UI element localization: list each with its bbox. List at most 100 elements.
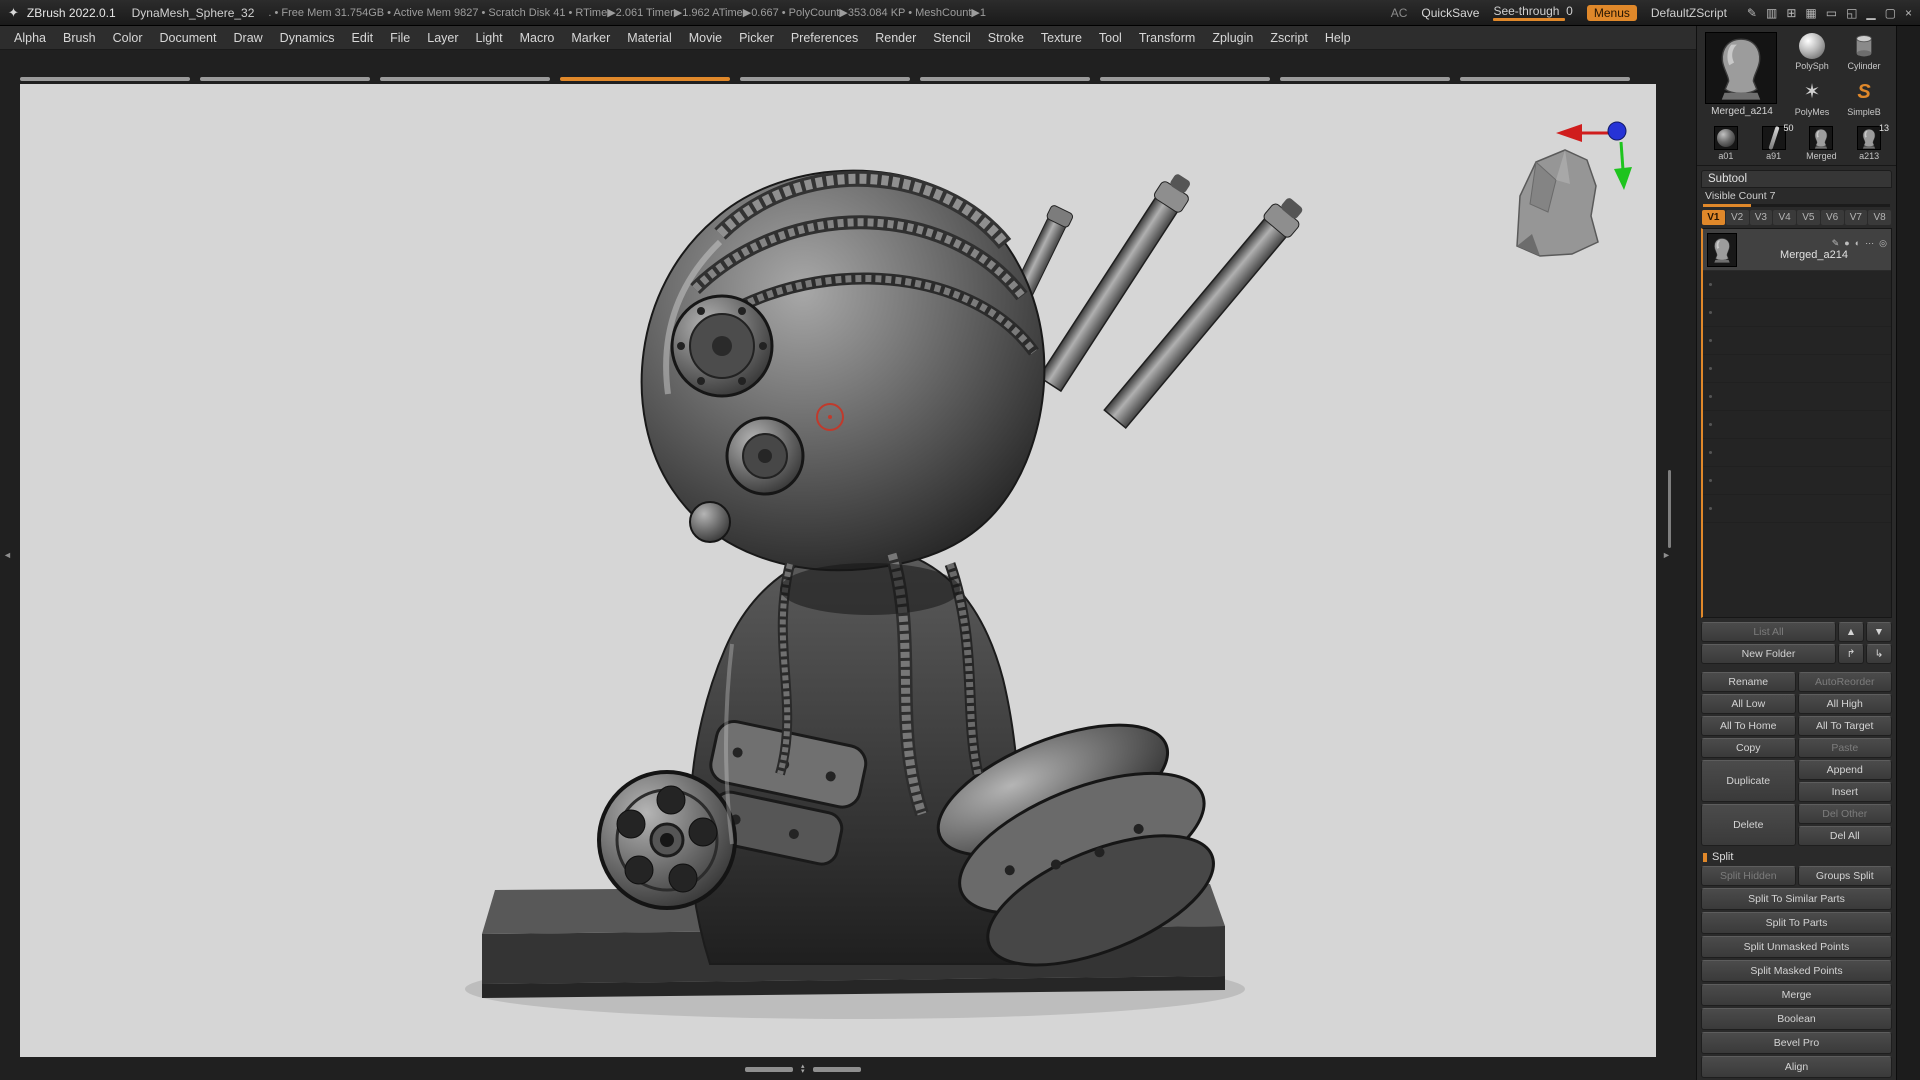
tab-v4[interactable]: V4 bbox=[1773, 210, 1796, 225]
duplicate-button[interactable]: Duplicate bbox=[1701, 760, 1796, 802]
quicksave-button[interactable]: QuickSave bbox=[1421, 6, 1479, 20]
tool-thumb-a01[interactable]: a01 bbox=[1705, 126, 1747, 161]
camera-head-thumbnail[interactable] bbox=[1516, 149, 1599, 257]
menu-help[interactable]: Help bbox=[1325, 31, 1351, 45]
menu-picker[interactable]: Picker bbox=[739, 31, 774, 45]
tray-divider-handle[interactable] bbox=[920, 77, 1090, 81]
menu-stroke[interactable]: Stroke bbox=[988, 31, 1024, 45]
subtool-more-icon[interactable]: ⋯ bbox=[1865, 238, 1874, 249]
tab-v3[interactable]: V3 bbox=[1749, 210, 1773, 225]
restore-button[interactable]: ▢ bbox=[1885, 6, 1896, 20]
stylus-icon[interactable]: ✎ bbox=[1747, 6, 1757, 20]
menus-toggle-button[interactable]: Menus bbox=[1586, 4, 1637, 21]
menu-layer[interactable]: Layer bbox=[427, 31, 458, 45]
tab-v2[interactable]: V2 bbox=[1725, 210, 1749, 225]
subtool-eye-icon[interactable]: ◎ bbox=[1879, 238, 1887, 249]
screen-icon[interactable]: ▭ bbox=[1826, 6, 1837, 20]
split-masked-points-button[interactable]: Split Masked Points bbox=[1701, 960, 1892, 982]
merge-button[interactable]: Merge bbox=[1701, 984, 1892, 1006]
minimize-button[interactable]: ▁ bbox=[1866, 6, 1875, 20]
tool-thumb-a91[interactable]: 50 a91 bbox=[1753, 123, 1795, 161]
menu-stencil[interactable]: Stencil bbox=[933, 31, 971, 45]
menu-zscript[interactable]: Zscript bbox=[1270, 31, 1308, 45]
autoreorder-button[interactable]: AutoReorder bbox=[1797, 672, 1892, 692]
subtool-move-down-button[interactable]: ▼ bbox=[1866, 622, 1892, 642]
grid-icon[interactable]: ▦ bbox=[1805, 6, 1816, 20]
del-all-button[interactable]: Del All bbox=[1797, 826, 1892, 846]
menu-file[interactable]: File bbox=[390, 31, 410, 45]
new-folder-button[interactable]: New Folder bbox=[1701, 644, 1836, 664]
visible-count-track[interactable] bbox=[1703, 204, 1890, 207]
all-to-home-button[interactable]: All To Home bbox=[1701, 716, 1796, 736]
split-hidden-button[interactable]: Split Hidden bbox=[1701, 866, 1796, 886]
split-unmasked-points-button[interactable]: Split Unmasked Points bbox=[1701, 936, 1892, 958]
rename-button[interactable]: Rename bbox=[1701, 672, 1796, 692]
subtool-header[interactable]: Subtool bbox=[1701, 170, 1892, 188]
scroll-down-icon[interactable]: ▾ bbox=[801, 1068, 805, 1075]
delete-button[interactable]: Delete bbox=[1701, 804, 1796, 846]
groups-split-button[interactable]: Groups Split bbox=[1797, 866, 1892, 886]
all-high-button[interactable]: All High bbox=[1797, 694, 1892, 714]
subtool-polyframe-icon[interactable]: ◐ bbox=[1855, 238, 1860, 249]
tab-v5[interactable]: V5 bbox=[1797, 210, 1820, 225]
viewport-canvas[interactable] bbox=[20, 84, 1656, 1057]
menu-macro[interactable]: Macro bbox=[520, 31, 555, 45]
tray-divider-handle[interactable] bbox=[380, 77, 550, 81]
menu-dynamics[interactable]: Dynamics bbox=[280, 31, 335, 45]
h-scrollbar-right[interactable] bbox=[812, 1066, 861, 1072]
tray-divider-handle[interactable] bbox=[20, 77, 190, 81]
menu-texture[interactable]: Texture bbox=[1041, 31, 1082, 45]
menu-color[interactable]: Color bbox=[113, 31, 143, 45]
menu-edit[interactable]: Edit bbox=[352, 31, 374, 45]
menu-material[interactable]: Material bbox=[627, 31, 671, 45]
boolean-button[interactable]: Boolean bbox=[1701, 1008, 1892, 1030]
menu-render[interactable]: Render bbox=[875, 31, 916, 45]
menu-marker[interactable]: Marker bbox=[571, 31, 610, 45]
paste-button[interactable]: Paste bbox=[1797, 738, 1892, 758]
menu-movie[interactable]: Movie bbox=[689, 31, 722, 45]
align-button[interactable]: Align bbox=[1701, 1056, 1892, 1078]
tray-divider-handle[interactable] bbox=[740, 77, 910, 81]
tab-v7[interactable]: V7 bbox=[1844, 210, 1868, 225]
tray-divider-handle[interactable] bbox=[1100, 77, 1270, 81]
insert-button[interactable]: Insert bbox=[1797, 782, 1892, 802]
subtool-paint-icon[interactable]: ✎ bbox=[1832, 238, 1840, 249]
split-section-header[interactable]: Split bbox=[1701, 848, 1892, 864]
panels-icon[interactable]: ⊞ bbox=[1786, 6, 1796, 20]
append-button[interactable]: Append bbox=[1797, 760, 1892, 780]
v-scrollbar-thumb[interactable] bbox=[1668, 470, 1671, 548]
subtool-solo-icon[interactable]: ● bbox=[1844, 238, 1849, 249]
tool-thumb-merged[interactable]: Merged bbox=[1801, 126, 1843, 161]
menu-draw[interactable]: Draw bbox=[234, 31, 263, 45]
menu-alpha[interactable]: Alpha bbox=[14, 31, 46, 45]
bevel-pro-button[interactable]: Bevel Pro bbox=[1701, 1032, 1892, 1054]
menu-zplugin[interactable]: Zplugin bbox=[1212, 31, 1253, 45]
h-scrollbar-left[interactable] bbox=[745, 1066, 793, 1072]
split-to-parts-button[interactable]: Split To Parts bbox=[1701, 912, 1892, 934]
tab-v1[interactable]: V1 bbox=[1702, 210, 1725, 225]
right-tray-open-icon[interactable]: ► bbox=[1662, 550, 1671, 560]
all-to-target-button[interactable]: All To Target bbox=[1797, 716, 1892, 736]
list-all-button[interactable]: List All bbox=[1701, 622, 1836, 642]
visible-count-slider[interactable]: Visible Count 7 bbox=[1701, 188, 1892, 203]
tray-divider-handle[interactable] bbox=[200, 77, 370, 81]
copy-button[interactable]: Copy bbox=[1701, 738, 1796, 758]
tray-divider-handle-active[interactable] bbox=[560, 77, 730, 81]
close-button[interactable]: × bbox=[1905, 6, 1912, 20]
sculpture[interactable] bbox=[597, 169, 1309, 994]
tab-v8[interactable]: V8 bbox=[1868, 210, 1891, 225]
left-tray-open-icon[interactable]: ◄ bbox=[3, 550, 12, 560]
all-low-button[interactable]: All Low bbox=[1701, 694, 1796, 714]
tray-divider-handle[interactable] bbox=[1460, 77, 1630, 81]
menu-brush[interactable]: Brush bbox=[63, 31, 96, 45]
subtool-move-up-button[interactable]: ▲ bbox=[1838, 622, 1864, 642]
menu-light[interactable]: Light bbox=[476, 31, 503, 45]
tool-thumb-a213[interactable]: 13 a213 bbox=[1848, 123, 1890, 161]
folder-move-up-button[interactable]: ↱ bbox=[1838, 644, 1864, 664]
del-other-button[interactable]: Del Other bbox=[1797, 804, 1892, 824]
tool-thumb-simplebrush[interactable]: S SimpleB bbox=[1839, 78, 1889, 122]
tab-v6[interactable]: V6 bbox=[1820, 210, 1844, 225]
folder-move-down-button[interactable]: ↳ bbox=[1866, 644, 1892, 664]
menu-transform[interactable]: Transform bbox=[1139, 31, 1196, 45]
default-zscript-button[interactable]: DefaultZScript bbox=[1651, 6, 1727, 20]
